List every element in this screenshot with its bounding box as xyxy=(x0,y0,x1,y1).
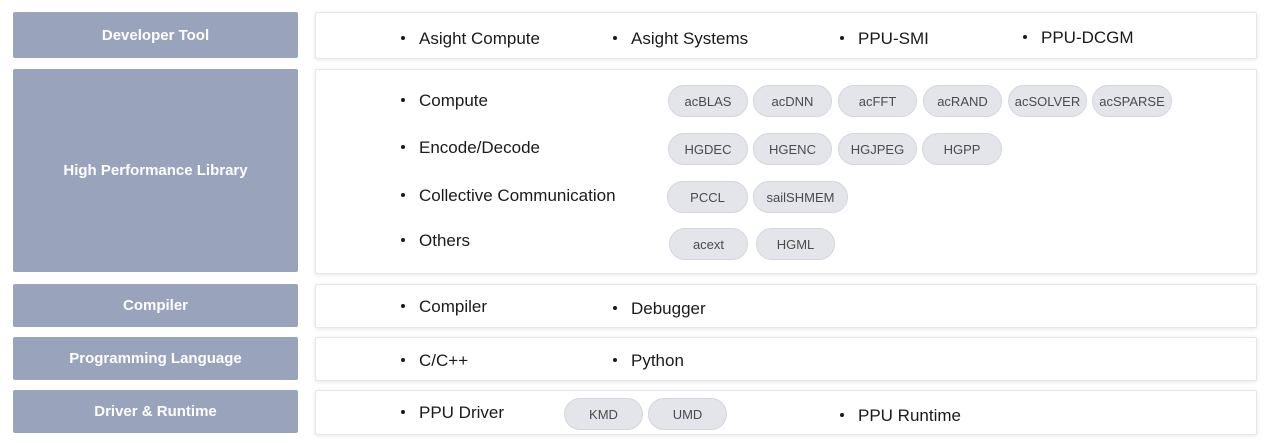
driver-runtime-item: PPU Driver xyxy=(401,403,504,423)
developer-tool-item: Asight Compute xyxy=(401,29,540,49)
compiler-label: Compiler xyxy=(13,284,298,327)
library-pill: PCCL xyxy=(667,181,748,213)
bullet-icon xyxy=(401,237,405,242)
library-pill: acFFT xyxy=(838,85,917,117)
bullet-icon xyxy=(613,305,617,310)
programming-language-label: Programming Language xyxy=(13,337,298,380)
library-pill: acSOLVER xyxy=(1008,85,1087,117)
bullet-icon xyxy=(401,357,405,362)
library-pill: HGJPEG xyxy=(838,133,917,165)
hpl-group-name: Compute xyxy=(401,91,488,111)
library-pill: sailSHMEM xyxy=(753,181,848,213)
developer-tool-item: PPU-DCGM xyxy=(1023,28,1134,48)
bullet-icon xyxy=(1023,34,1027,39)
compiler-item: Compiler xyxy=(401,297,487,317)
hpl-content: Compute acBLAS acDNN acFFT acRAND acSOLV… xyxy=(315,69,1257,274)
driver-runtime-item: PPU Runtime xyxy=(840,406,961,426)
hpl-group-name: Encode/Decode xyxy=(401,138,540,158)
driver-runtime-label: Driver & Runtime xyxy=(13,390,298,433)
bullet-icon xyxy=(401,35,405,40)
hpl-label: High Performance Library xyxy=(13,69,298,272)
library-pill: acDNN xyxy=(753,85,832,117)
driver-pill: KMD xyxy=(564,398,643,430)
compiler-item: Debugger xyxy=(613,299,706,319)
library-pill: acBLAS xyxy=(668,85,748,117)
bullet-icon xyxy=(840,35,844,40)
bullet-icon xyxy=(401,97,405,102)
programming-language-content: C/C++ Python xyxy=(315,337,1257,381)
developer-tool-content: Asight Compute Asight Systems PPU-SMI PP… xyxy=(315,12,1257,59)
hpl-group-name: Others xyxy=(401,231,470,251)
bullet-icon xyxy=(840,412,844,417)
compiler-content: Compiler Debugger xyxy=(315,284,1257,328)
developer-tool-label: Developer Tool xyxy=(13,12,298,58)
developer-tool-item: Asight Systems xyxy=(613,29,748,49)
bullet-icon xyxy=(401,409,405,414)
bullet-icon xyxy=(401,192,405,197)
driver-pill: UMD xyxy=(648,398,727,430)
driver-runtime-content: PPU Driver KMD UMD PPU Runtime xyxy=(315,390,1257,435)
bullet-icon xyxy=(401,303,405,308)
library-pill: HGPP xyxy=(922,133,1002,165)
library-pill: acSPARSE xyxy=(1092,85,1172,117)
bullet-icon xyxy=(401,144,405,149)
library-pill: HGENC xyxy=(753,133,832,165)
programming-language-item: C/C++ xyxy=(401,351,468,371)
library-pill: HGDEC xyxy=(668,133,748,165)
bullet-icon xyxy=(613,35,617,40)
library-pill: acext xyxy=(669,228,748,260)
programming-language-item: Python xyxy=(613,351,684,371)
library-pill: acRAND xyxy=(923,85,1002,117)
developer-tool-item: PPU-SMI xyxy=(840,29,929,49)
hpl-group-name: Collective Communication xyxy=(401,186,616,206)
bullet-icon xyxy=(613,357,617,362)
library-pill: HGML xyxy=(756,228,835,260)
